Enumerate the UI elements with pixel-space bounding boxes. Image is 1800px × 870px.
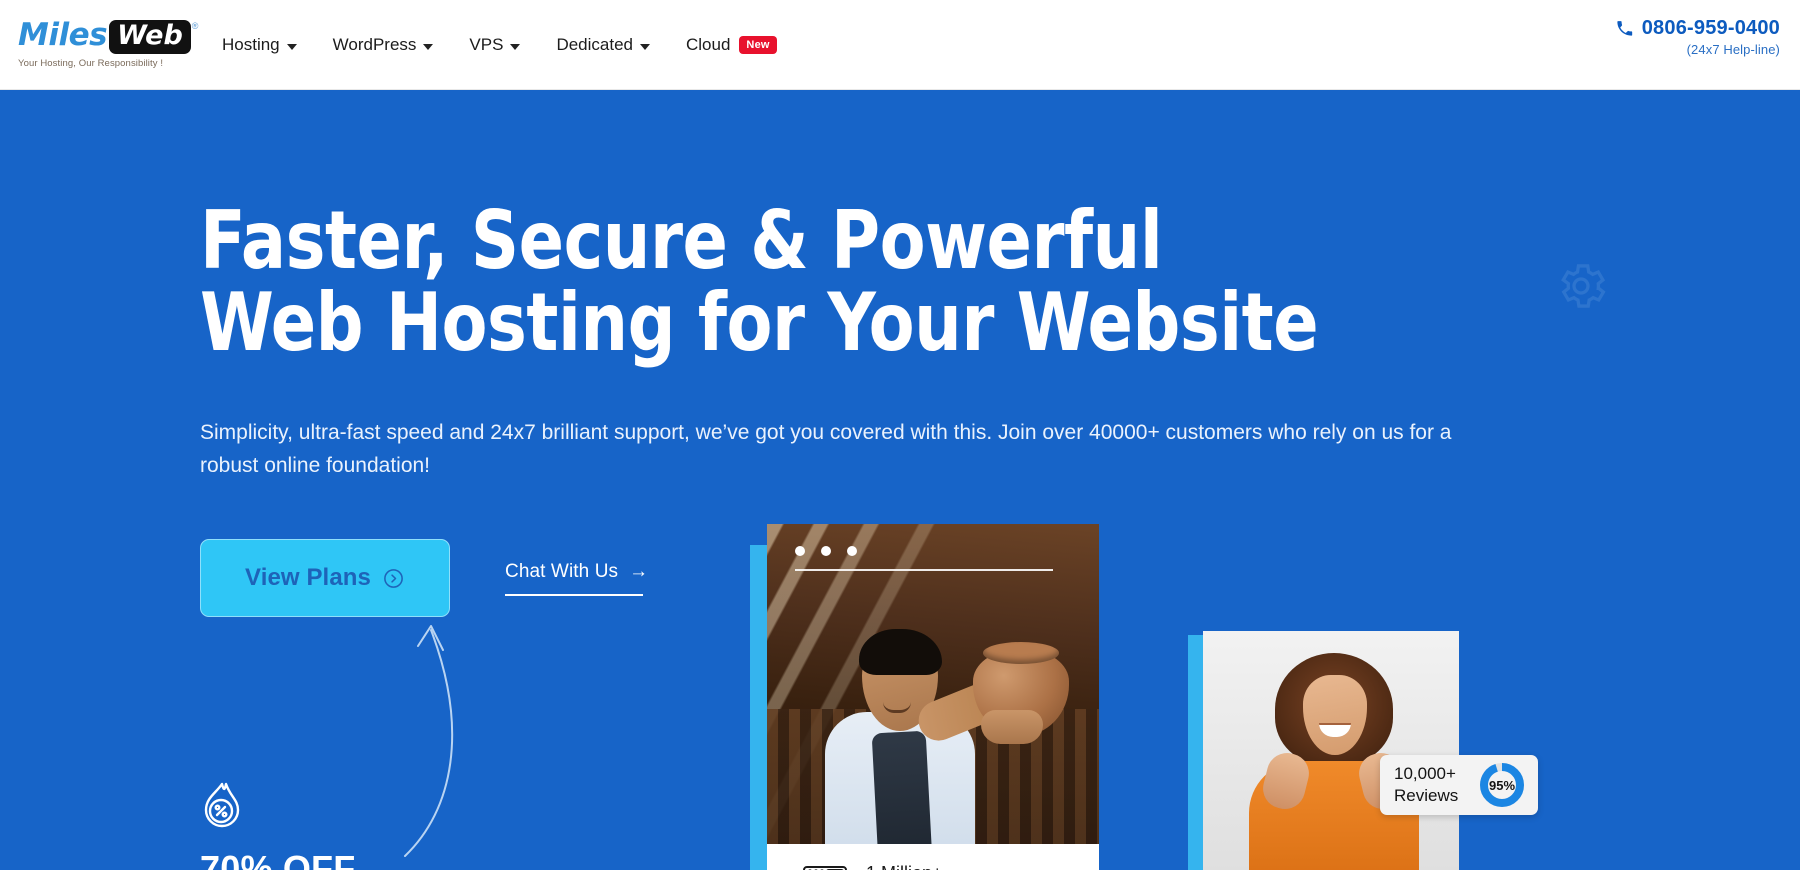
site-logo[interactable]: Miles Web ® Your Hosting, Our Responsibi… xyxy=(18,20,198,69)
hero-cta-row: View Plans Chat With Us → xyxy=(200,539,648,617)
header-phone-block[interactable]: 0806-959-0400 (24x7 Help-line) xyxy=(1615,17,1780,57)
browser-window-www-icon: WWW. xyxy=(800,863,850,870)
phone-helpline-label: (24x7 Help-line) xyxy=(1686,42,1780,57)
hero-subheading: Simplicity, ultra-fast speed and 24x7 br… xyxy=(200,421,1452,477)
reviews-count: 10,000+ xyxy=(1394,764,1456,784)
chat-underline xyxy=(505,593,643,596)
browser-dots-overlay xyxy=(795,546,857,556)
registered-mark-icon: ® xyxy=(191,21,199,32)
logo-tagline: Your Hosting, Our Responsibility ! xyxy=(18,57,164,69)
nav-label-vps: VPS xyxy=(469,34,504,54)
nav-label-dedicated: Dedicated xyxy=(556,34,633,54)
logo-text-primary: Miles xyxy=(18,17,108,54)
chevron-down-icon xyxy=(510,43,521,50)
site-header: Miles Web ® Your Hosting, Our Responsibi… xyxy=(0,0,1800,90)
discount-flame-icon xyxy=(200,780,575,833)
reviews-percent-label: 95% xyxy=(1488,777,1516,793)
chat-with-us-link[interactable]: Chat With Us → xyxy=(505,561,648,596)
logo-row: Miles Web ® xyxy=(18,17,199,54)
photo-caption-line1: 1 Million+ xyxy=(866,861,1002,870)
reviews-badge: 10,000+ Reviews 95% xyxy=(1380,755,1538,815)
nav-item-hosting[interactable]: Hosting xyxy=(222,35,297,55)
view-plans-label: View Plans xyxy=(245,564,371,591)
nav-item-vps[interactable]: VPS xyxy=(469,34,521,55)
nav-label-hosting: Hosting xyxy=(222,34,280,54)
chat-with-us-inner: Chat With Us → xyxy=(505,561,648,583)
hero-heading: Faster, Secure & Powerful Web Hosting fo… xyxy=(200,200,1502,363)
nav-item-dedicated[interactable]: Dedicated xyxy=(556,35,650,55)
nav-item-wordpress[interactable]: WordPress xyxy=(333,35,434,55)
reviews-label: Reviews xyxy=(1394,786,1459,805)
photo-person-hand xyxy=(981,710,1043,744)
nav-item-cloud[interactable]: Cloud New xyxy=(686,35,777,55)
browser-dot-icon xyxy=(821,546,831,556)
reviews-badge-text: 10,000+ Reviews xyxy=(1394,763,1458,807)
hero-heading-line2: Web Hosting for Your Website xyxy=(200,275,1319,369)
new-badge: New xyxy=(739,35,777,54)
reviews-card-image xyxy=(1203,631,1459,870)
chevron-down-icon xyxy=(423,43,434,50)
main-navigation: Hosting WordPress VPS Dedicated Cloud Ne… xyxy=(222,35,813,55)
photo-card-image xyxy=(767,524,1099,844)
logo-badge-box: Web xyxy=(109,20,191,54)
photo-card-caption: WWW. 1 Million+ Websites Hosted xyxy=(767,844,1099,870)
phone-number-row: 0806-959-0400 xyxy=(1615,17,1780,40)
arrow-right-icon: → xyxy=(629,560,649,582)
hero-heading-line1: Faster, Secure & Powerful xyxy=(200,194,1163,287)
nav-label-wordpress: WordPress xyxy=(332,34,417,54)
photo-caption-text: 1 Million+ Websites Hosted xyxy=(866,861,1002,870)
view-plans-button[interactable]: View Plans xyxy=(200,539,450,617)
photo-clay-pot-rim xyxy=(983,642,1059,664)
hero-section: Faster, Secure & Powerful Web Hosting fo… xyxy=(0,90,1800,870)
phone-icon xyxy=(1615,19,1634,38)
offer-title: 70% OFF xyxy=(200,848,356,870)
chat-with-us-label: Chat With Us xyxy=(505,560,619,582)
reviews-donut-chart: 95% xyxy=(1477,760,1527,815)
offer-block: 70% OFF Web Hosting + Free Domain, SSL &… xyxy=(200,780,575,870)
phone-number[interactable]: 0806-959-0400 xyxy=(1642,17,1780,40)
browser-dot-icon xyxy=(795,546,805,556)
logo-text-secondary: Web xyxy=(117,20,183,52)
arrow-circle-right-icon xyxy=(382,567,405,590)
photo-card: WWW. 1 Million+ Websites Hosted xyxy=(767,524,1099,870)
browser-dot-icon xyxy=(847,546,857,556)
photo-person-apron xyxy=(871,730,933,844)
gear-icon xyxy=(1553,258,1609,319)
browser-bar-overlay xyxy=(795,569,1053,571)
nav-label-cloud: Cloud xyxy=(686,34,731,54)
chevron-down-icon xyxy=(286,43,297,50)
chevron-down-icon xyxy=(640,43,650,50)
